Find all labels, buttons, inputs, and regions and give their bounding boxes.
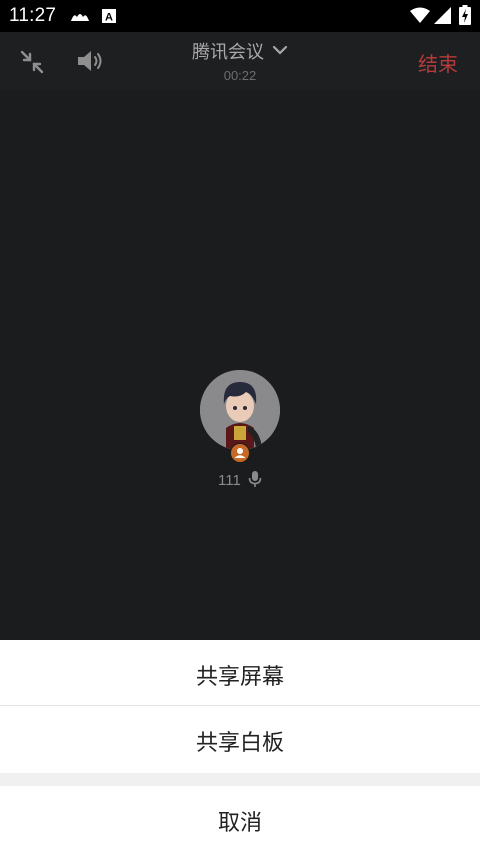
a-notification-icon: A xyxy=(102,8,116,27)
cancel-button[interactable]: 取消 xyxy=(0,805,480,837)
avatar xyxy=(200,370,280,450)
status-bar: 11:27 A xyxy=(0,0,480,32)
call-duration: 00:22 xyxy=(223,68,257,83)
share-whiteboard-option[interactable]: 共享白板 xyxy=(0,725,480,757)
end-call-button[interactable]: 结束 xyxy=(418,48,458,77)
user-badge-icon xyxy=(230,443,250,463)
share-screen-option[interactable]: 共享屏幕 xyxy=(0,659,480,691)
cloud-notification-icon xyxy=(70,9,90,28)
participant-label: 111 xyxy=(0,467,480,489)
microphone-icon xyxy=(248,471,262,492)
wifi-icon xyxy=(410,7,430,28)
participant-name: 111 xyxy=(218,472,241,489)
status-time: 11:27 xyxy=(9,5,57,26)
svg-text:A: A xyxy=(105,12,113,24)
meeting-title-switcher[interactable]: 腾讯会议 xyxy=(0,36,480,63)
divider xyxy=(0,705,480,706)
meeting-title: 腾讯会议 xyxy=(191,42,264,63)
section-separator xyxy=(0,773,480,786)
signal-icon xyxy=(434,7,451,28)
chevron-down-icon xyxy=(272,41,288,60)
video-area xyxy=(0,90,480,640)
battery-charging-icon xyxy=(459,5,471,29)
share-action-sheet: 共享屏幕 共享白板 取消 xyxy=(0,640,480,853)
